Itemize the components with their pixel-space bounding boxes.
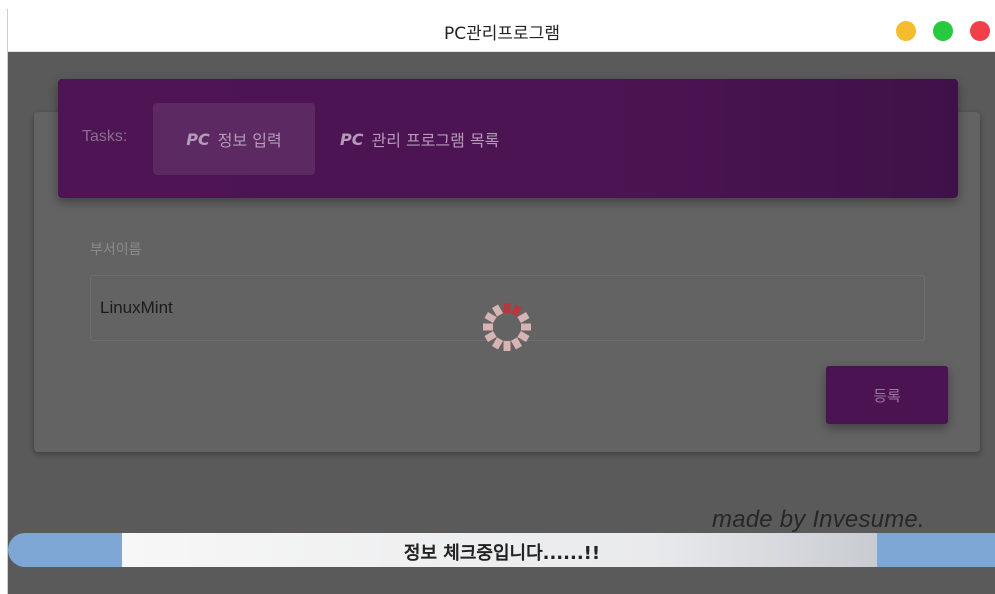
spinner-segment [510,337,523,350]
register-button[interactable]: 등록 [826,366,948,424]
spinner-segment [484,311,497,324]
title-bar: PC관리프로그램 [8,9,995,52]
tab-pc-info-input[interactable]: PC 정보 입력 [153,103,315,175]
spinner-icon [483,303,531,351]
tab-prefix: PC [186,129,210,149]
credit-text: made by Invesume. [712,506,925,533]
maximize-button[interactable] [933,21,953,41]
minimize-button[interactable] [896,21,916,41]
spinner-segment [484,330,497,343]
tab-label: 관리 프로그램 목록 [371,131,500,150]
status-text: 정보 체크중입니다......!! [403,543,601,564]
tasks-label: Tasks: [82,128,128,145]
close-button[interactable] [970,21,990,41]
task-tab-bar: Tasks: PC 정보 입력 PC 관리 프로그램 목록 [58,79,958,198]
tab-pc-program-list[interactable]: PC 관리 프로그램 목록 [340,103,499,175]
app-window: PC관리프로그램 Tasks: PC 정보 입력 PC 관리 프로그램 목록 부… [7,9,995,594]
spinner-segment [517,330,530,343]
tab-prefix: PC [340,129,364,149]
spinner-segment [510,304,523,317]
spinner-segment [491,337,504,350]
status-progress-bar: 정보 체크중입니다......!! [8,533,995,567]
department-label: 부서이름 [90,242,142,258]
spinner-segment [491,304,504,317]
tab-label: 정보 입력 [217,131,282,150]
window-title: PC관리프로그램 [444,24,560,44]
spinner-segment [517,311,530,324]
